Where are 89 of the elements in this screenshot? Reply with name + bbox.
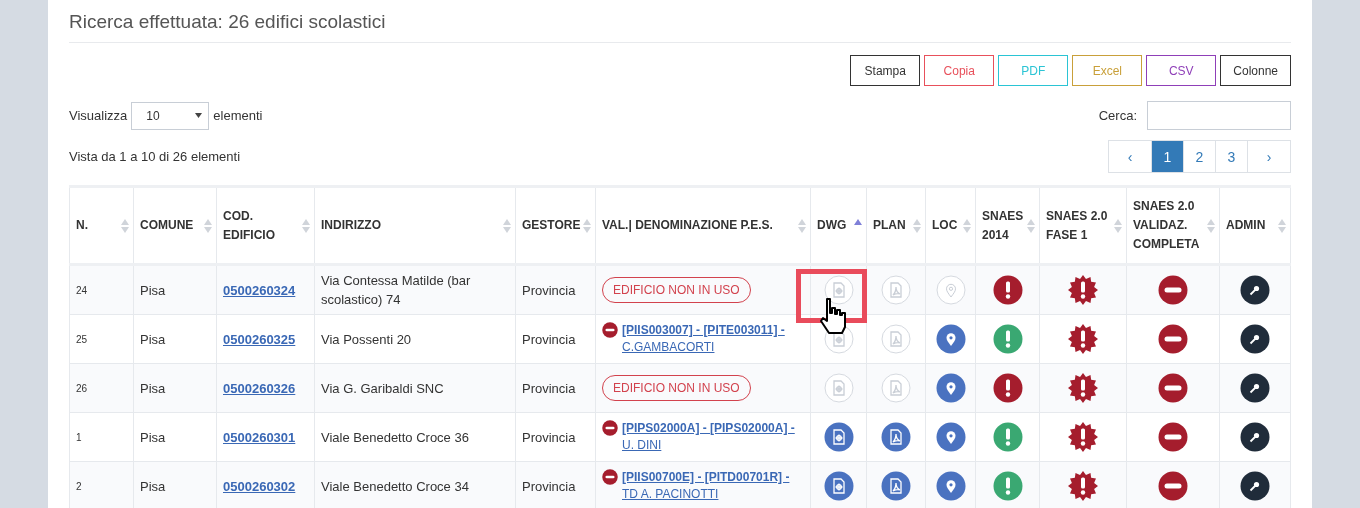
exclamation-icon bbox=[992, 275, 1023, 305]
page-button[interactable]: 1 bbox=[1151, 140, 1184, 173]
column-header[interactable]: DWG bbox=[817, 216, 847, 235]
export-button[interactable]: Stampa bbox=[850, 55, 921, 86]
exclamation-icon bbox=[992, 324, 1023, 354]
column-header[interactable]: GESTORE bbox=[522, 216, 581, 235]
column-header[interactable]: ADMIN bbox=[1226, 216, 1266, 235]
location-pin-icon[interactable] bbox=[935, 373, 966, 403]
table-cell: Provincia bbox=[522, 478, 576, 494]
length-label: elementi bbox=[213, 108, 263, 123]
export-button[interactable]: Colonne bbox=[1220, 55, 1291, 86]
search-field[interactable] bbox=[1147, 101, 1291, 130]
search-label: Cerca: bbox=[1098, 108, 1137, 123]
page-title: Ricerca effettuata: 26 edifici scolastici bbox=[69, 0, 1291, 43]
sort-icon[interactable] bbox=[503, 218, 511, 233]
sort-icon[interactable] bbox=[204, 218, 212, 233]
pdf-file-icon[interactable] bbox=[881, 471, 911, 501]
sort-icon[interactable] bbox=[121, 218, 129, 233]
exclamation-badge-icon bbox=[1068, 275, 1098, 305]
column-header[interactable]: COMUNE bbox=[140, 216, 194, 235]
table-cell: Viale Benedetto Croce 34 bbox=[321, 478, 469, 494]
sort-icon[interactable] bbox=[963, 218, 971, 233]
key-icon[interactable] bbox=[1240, 275, 1270, 305]
sort-icon[interactable] bbox=[798, 218, 806, 233]
table-cell: Via Contessa Matilde (bar scolastico) 74 bbox=[321, 273, 471, 307]
drawing-file-icon[interactable] bbox=[823, 275, 854, 305]
exclamation-icon bbox=[992, 422, 1023, 452]
sort-icon[interactable] bbox=[1278, 218, 1286, 233]
sort-icon[interactable] bbox=[302, 218, 310, 233]
column-header[interactable]: VAL.| DENOMINAZIONE P.E.S. bbox=[602, 216, 773, 235]
table-info: Vista da 1 a 10 di 26 elementi bbox=[69, 149, 241, 164]
table-cell: Pisa bbox=[140, 429, 166, 445]
table-cell: Pisa bbox=[140, 380, 166, 396]
key-icon[interactable] bbox=[1240, 471, 1270, 501]
table-cell: Via G. Garibaldi SNC bbox=[321, 380, 444, 396]
exclamation-icon bbox=[992, 373, 1023, 403]
minus-icon bbox=[602, 322, 618, 338]
length-label: Visualizza bbox=[69, 108, 128, 123]
sort-icon[interactable] bbox=[913, 218, 921, 233]
row-number: 26 bbox=[76, 382, 88, 394]
row-number: 24 bbox=[76, 284, 88, 296]
table-cell: Pisa bbox=[140, 282, 166, 298]
row-number: 2 bbox=[76, 480, 82, 492]
table-cell: Provincia bbox=[522, 380, 576, 396]
sort-icon[interactable] bbox=[1027, 218, 1035, 233]
exclamation-badge-icon bbox=[1068, 471, 1098, 501]
blocked-icon bbox=[1158, 275, 1188, 305]
table-cell: Via Possenti 20 bbox=[321, 331, 412, 347]
location-pin-icon[interactable] bbox=[935, 422, 966, 452]
row-number: 25 bbox=[76, 333, 88, 345]
row-number: 1 bbox=[76, 431, 82, 443]
exclamation-badge-icon bbox=[1068, 324, 1098, 354]
table-cell: Provincia bbox=[522, 282, 576, 298]
column-header[interactable]: INDIRIZZO bbox=[321, 216, 381, 235]
caret-icon bbox=[195, 113, 203, 118]
location-pin-icon[interactable] bbox=[935, 471, 966, 501]
key-icon[interactable] bbox=[1240, 422, 1270, 452]
sort-icon[interactable] bbox=[583, 218, 591, 233]
table-cell: Provincia bbox=[522, 429, 576, 445]
key-icon[interactable] bbox=[1240, 373, 1270, 403]
column-header[interactable]: PLAN bbox=[873, 216, 906, 235]
page-button[interactable]: ‹ bbox=[1108, 140, 1152, 173]
table-cell: Viale Benedetto Croce 36 bbox=[321, 429, 469, 445]
minus-icon bbox=[602, 469, 618, 485]
column-header[interactable]: N. bbox=[76, 216, 88, 235]
table-cell: Pisa bbox=[140, 331, 166, 347]
table-cell: Provincia bbox=[522, 331, 576, 347]
drawing-file-icon[interactable] bbox=[823, 324, 854, 354]
column-header[interactable]: LOC bbox=[932, 216, 958, 235]
exclamation-badge-icon bbox=[1068, 373, 1098, 403]
page-size-select[interactable]: 10 bbox=[131, 101, 210, 130]
exclamation-icon bbox=[992, 471, 1023, 501]
page-button[interactable]: 3 bbox=[1215, 140, 1248, 173]
page-button[interactable]: › bbox=[1247, 140, 1291, 173]
exclamation-badge-icon bbox=[1068, 422, 1098, 452]
page-button[interactable]: 2 bbox=[1183, 140, 1216, 173]
key-icon[interactable] bbox=[1240, 324, 1270, 354]
table-cell: Pisa bbox=[140, 478, 166, 494]
pdf-file-icon[interactable] bbox=[881, 422, 911, 452]
sort-icon[interactable] bbox=[1207, 218, 1215, 233]
export-button[interactable]: Copia bbox=[924, 55, 995, 86]
minus-icon bbox=[602, 420, 618, 436]
sort-icon[interactable] bbox=[1114, 218, 1122, 233]
export-button[interactable]: CSV bbox=[1146, 55, 1217, 86]
blocked-icon bbox=[1158, 471, 1188, 501]
location-pin-icon[interactable] bbox=[935, 324, 966, 354]
blocked-icon bbox=[1158, 324, 1188, 354]
blocked-icon bbox=[1158, 373, 1188, 403]
blocked-icon bbox=[1158, 422, 1188, 452]
